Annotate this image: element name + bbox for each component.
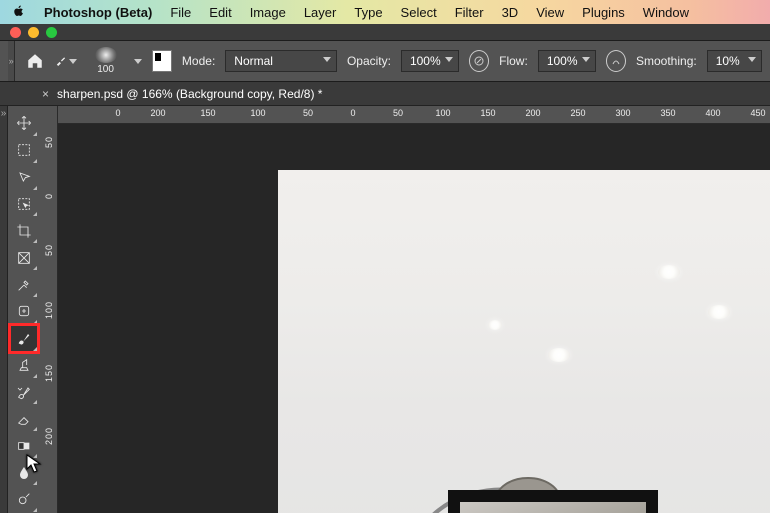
menu-type[interactable]: Type xyxy=(354,5,382,20)
ruler-tick: 0 xyxy=(115,108,120,118)
ruler-tick: 100 xyxy=(44,301,54,319)
toolbar-collapse-handle[interactable]: » xyxy=(0,106,8,513)
menu-window[interactable]: Window xyxy=(643,5,689,20)
airbrush-toggle[interactable] xyxy=(606,50,626,72)
workspace: » 0 200 150 100 50 0 50 100 150 200 250 300 350 400 45… xyxy=(0,106,770,513)
dodge-tool[interactable] xyxy=(10,486,38,513)
menu-3d[interactable]: 3D xyxy=(502,5,519,20)
ruler-tick: 150 xyxy=(480,108,495,118)
ruler-tick: 200 xyxy=(525,108,540,118)
chevron-down-icon[interactable] xyxy=(134,59,142,64)
pressure-opacity-toggle[interactable] xyxy=(469,50,489,72)
blend-mode-dropdown[interactable]: Normal xyxy=(225,50,337,72)
blend-mode-value: Normal xyxy=(234,54,273,68)
ruler-tick: 300 xyxy=(615,108,630,118)
cursor-icon xyxy=(26,454,42,474)
flow-label: Flow: xyxy=(499,54,528,68)
clone-stamp-tool[interactable] xyxy=(10,352,38,379)
eyedropper-tool[interactable] xyxy=(10,271,38,298)
ruler-tick: 100 xyxy=(435,108,450,118)
ruler-tick: 150 xyxy=(200,108,215,118)
photoshop-window: » 100 Mode: Normal Opacity: 100% Flow: 1 xyxy=(0,24,770,513)
ruler-tick: 450 xyxy=(750,108,765,118)
crop-tool[interactable] xyxy=(10,217,38,244)
document-image xyxy=(278,170,770,513)
minimize-window-button[interactable] xyxy=(28,27,39,38)
object-select-tool[interactable] xyxy=(10,191,38,218)
document-tab[interactable]: × sharpen.psd @ 166% (Background copy, R… xyxy=(42,87,322,101)
brush-tool[interactable] xyxy=(10,325,38,352)
brush-panel-toggle[interactable] xyxy=(152,50,172,72)
ruler-tick: 200 xyxy=(150,108,165,118)
history-brush-tool[interactable] xyxy=(10,379,38,406)
lasso-tool[interactable] xyxy=(10,164,38,191)
smoothing-label: Smoothing: xyxy=(636,54,697,68)
image-content xyxy=(448,490,658,513)
ruler-vertical[interactable]: 50 0 50 100 150 200 xyxy=(40,106,58,513)
ruler-tick: 50 xyxy=(44,244,54,256)
ruler-tick: 50 xyxy=(44,136,54,148)
marquee-tool[interactable] xyxy=(10,137,38,164)
menu-filter[interactable]: Filter xyxy=(455,5,484,20)
flow-value: 100% xyxy=(547,54,578,68)
zoom-window-button[interactable] xyxy=(46,27,57,38)
ruler-tick: 400 xyxy=(705,108,720,118)
ruler-tick: 50 xyxy=(303,108,313,118)
ruler-tick: 200 xyxy=(44,427,54,445)
options-bar-grip[interactable]: » xyxy=(8,41,15,81)
ruler-tick: 0 xyxy=(44,193,54,199)
image-content xyxy=(708,305,730,319)
app-name[interactable]: Photoshop (Beta) xyxy=(44,5,152,20)
move-tool[interactable] xyxy=(10,110,38,137)
brush-preset-picker[interactable]: 100 xyxy=(87,46,123,76)
brush-preview-icon xyxy=(95,47,117,63)
canvas-container: 0 200 150 100 50 0 50 100 150 200 250 300 350 400 450 5… xyxy=(40,106,770,513)
document-tab-bar: × sharpen.psd @ 166% (Background copy, R… xyxy=(0,82,770,106)
smoothing-value: 10% xyxy=(716,54,740,68)
options-bar: » 100 Mode: Normal Opacity: 100% Flow: 1 xyxy=(0,40,770,82)
frame-tool[interactable] xyxy=(10,244,38,271)
close-window-button[interactable] xyxy=(10,27,21,38)
mode-label: Mode: xyxy=(182,54,215,68)
opacity-label: Opacity: xyxy=(347,54,391,68)
ruler-tick: 50 xyxy=(393,108,403,118)
menu-select[interactable]: Select xyxy=(401,5,437,20)
ruler-horizontal[interactable]: 0200150100500501001502002503003504004505… xyxy=(58,106,770,124)
eraser-tool[interactable] xyxy=(10,405,38,432)
opacity-dropdown[interactable]: 100% xyxy=(401,50,459,72)
apple-menu-icon[interactable] xyxy=(12,4,26,21)
image-content xyxy=(548,348,570,362)
image-content xyxy=(488,320,502,330)
menu-file[interactable]: File xyxy=(170,5,191,20)
image-content xyxy=(658,265,680,279)
window-titlebar xyxy=(0,24,770,40)
home-button[interactable] xyxy=(25,50,45,72)
ruler-tick: 250 xyxy=(570,108,585,118)
menu-edit[interactable]: Edit xyxy=(209,5,231,20)
document-tab-title: sharpen.psd @ 166% (Background copy, Red… xyxy=(57,87,322,101)
brush-size-value: 100 xyxy=(97,64,114,75)
ruler-tick: 150 xyxy=(44,364,54,382)
ruler-tick: 350 xyxy=(660,108,675,118)
menu-plugins[interactable]: Plugins xyxy=(582,5,625,20)
tool-preset-picker[interactable] xyxy=(55,50,77,72)
menu-image[interactable]: Image xyxy=(250,5,286,20)
ruler-tick: 100 xyxy=(250,108,265,118)
canvas[interactable] xyxy=(58,124,770,513)
ruler-tick: 0 xyxy=(350,108,355,118)
menu-view[interactable]: View xyxy=(536,5,564,20)
flow-dropdown[interactable]: 100% xyxy=(538,50,596,72)
opacity-value: 100% xyxy=(410,54,441,68)
close-tab-icon[interactable]: × xyxy=(42,87,49,101)
tools-panel xyxy=(8,106,40,513)
healing-brush-tool[interactable] xyxy=(10,298,38,325)
menu-layer[interactable]: Layer xyxy=(304,5,337,20)
mac-menubar: Photoshop (Beta) File Edit Image Layer T… xyxy=(0,0,770,24)
smoothing-dropdown[interactable]: 10% xyxy=(707,50,762,72)
